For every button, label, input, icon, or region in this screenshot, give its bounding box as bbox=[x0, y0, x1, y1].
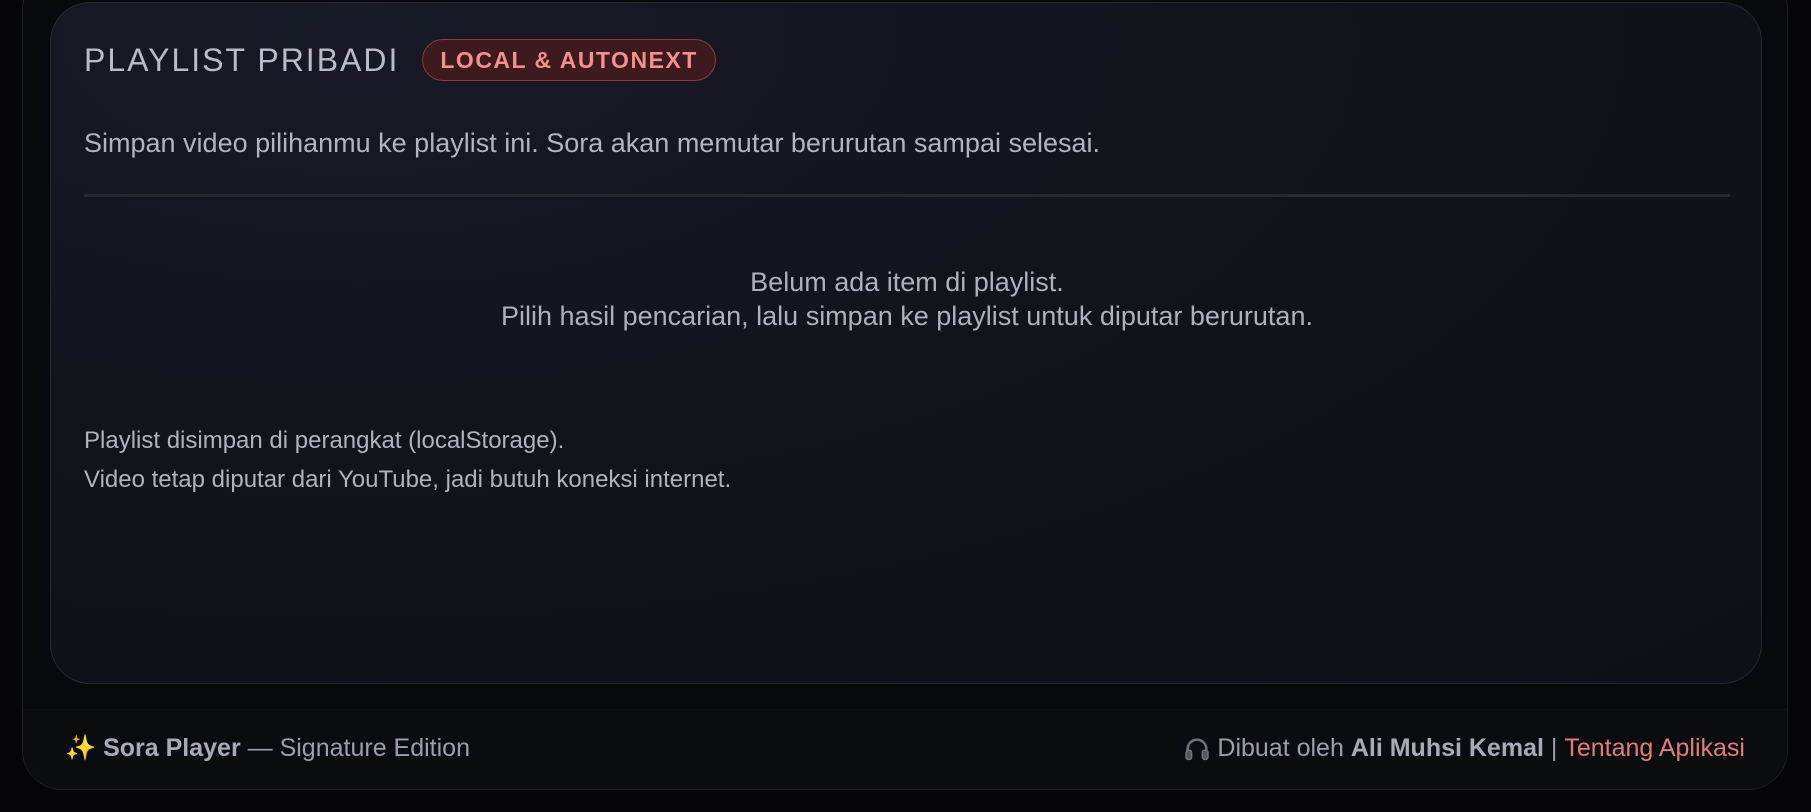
about-app-link[interactable]: Tentang Aplikasi bbox=[1564, 734, 1745, 763]
local-autonext-badge: LOCAL & AUTONEXT bbox=[422, 39, 716, 81]
playlist-description: Simpan video pilihanmu ke playlist ini. … bbox=[84, 128, 1101, 158]
playlist-title: PLAYLIST PRIBADI bbox=[84, 41, 400, 78]
headphones-icon bbox=[1185, 737, 1210, 760]
playlist-header: PLAYLIST PRIBADI LOCAL & AUTONEXT bbox=[84, 37, 716, 83]
sparkle-icon: ✨ bbox=[65, 734, 97, 762]
connection-note-line: Video tetap diputar dari YouTube, jadi b… bbox=[84, 466, 732, 493]
brand-name: Sora Player bbox=[103, 734, 241, 762]
storage-note: Playlist disimpan di perangkat (localSto… bbox=[84, 421, 731, 499]
footer-brand: ✨ Sora Player — Signature Edition bbox=[65, 734, 470, 763]
made-by-label: Dibuat oleh bbox=[1217, 734, 1351, 762]
edition-label: — Signature Edition bbox=[240, 734, 470, 762]
playlist-card: PLAYLIST PRIBADI LOCAL & AUTONEXT Simpan… bbox=[50, 2, 1762, 684]
divider bbox=[84, 194, 1730, 197]
footer-separator: | bbox=[1543, 734, 1565, 762]
author-name: Ali Muhsi Kemal bbox=[1350, 734, 1544, 762]
playlist-empty-state: Belum ada item di playlist. Pilih hasil … bbox=[51, 265, 1763, 333]
empty-state-title: Belum ada item di playlist. bbox=[750, 267, 1064, 297]
storage-note-line: Playlist disimpan di perangkat (localSto… bbox=[84, 427, 565, 454]
empty-state-hint: Pilih hasil pencarian, lalu simpan ke pl… bbox=[501, 301, 1313, 331]
app-footer: ✨ Sora Player — Signature Edition Dibuat… bbox=[23, 709, 1787, 789]
app-shell: PLAYLIST PRIBADI LOCAL & AUTONEXT Simpan… bbox=[22, 0, 1788, 790]
footer-credits: Dibuat oleh Ali Muhsi Kemal | Tentang Ap… bbox=[1183, 734, 1745, 763]
